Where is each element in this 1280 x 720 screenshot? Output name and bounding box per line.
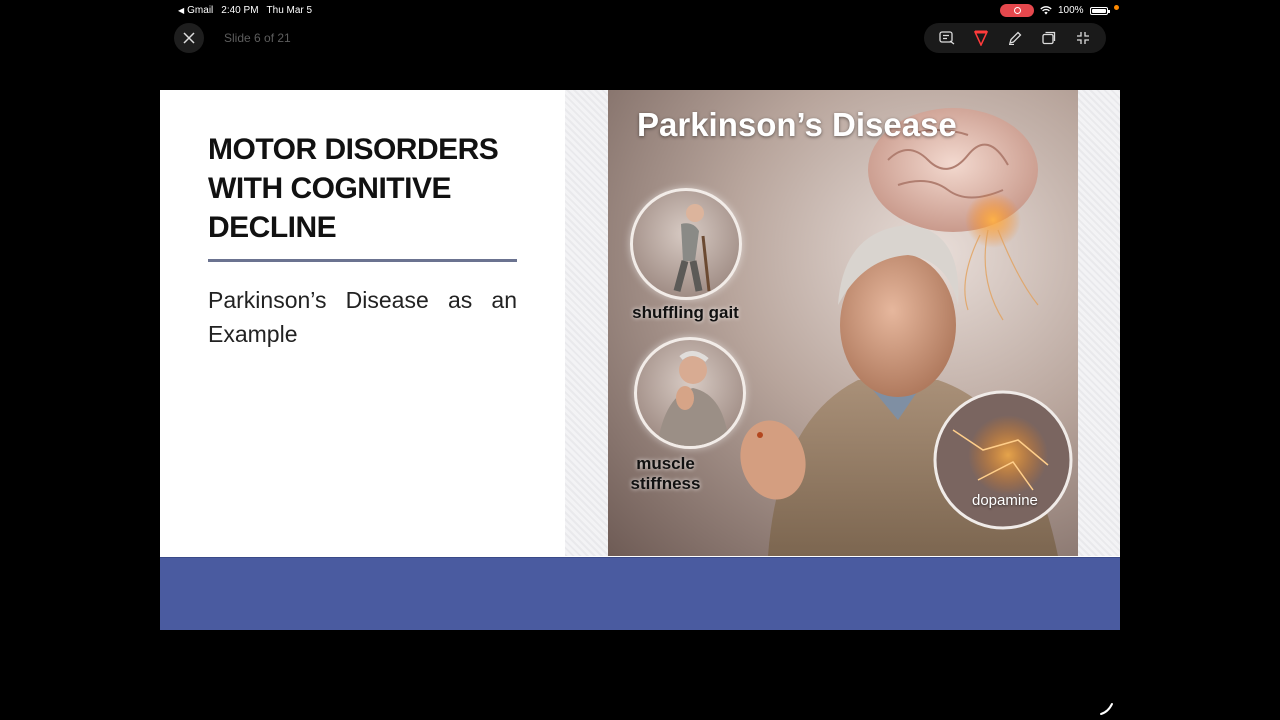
battery-percent: 100% <box>1058 5 1084 16</box>
status-left: ◀ Gmail 2:40 PM Thu Mar 5 <box>178 5 312 16</box>
mic-indicator-icon <box>1113 5 1119 10</box>
pen-button[interactable] <box>1003 26 1027 50</box>
battery-icon <box>1089 6 1110 15</box>
gait-label: shuffling gait <box>632 303 739 322</box>
exit-fullscreen-button[interactable] <box>1071 26 1095 50</box>
dopamine-label: dopamine <box>972 492 1038 509</box>
stiffness-circle-image <box>634 337 746 449</box>
duplicate-window-icon <box>1042 31 1056 45</box>
back-arrow-icon[interactable]: ◀ <box>178 6 184 15</box>
status-time: 2:40 PM <box>221 5 259 16</box>
laser-pointer-icon <box>974 30 988 46</box>
laser-pointer-button[interactable] <box>969 26 993 50</box>
slide-footer-bar <box>160 557 1120 630</box>
wifi-icon <box>1040 6 1052 15</box>
slide-counter: Slide 6 of 21 <box>224 31 291 45</box>
stiff-neck-man-icon <box>657 351 729 446</box>
status-date: Thu Mar 5 <box>266 5 313 16</box>
back-app-label[interactable]: Gmail <box>187 5 213 16</box>
slide-title: MOTOR DISORDERS WITH COGNITIVE DECLINE <box>208 133 499 244</box>
screen-recording-icon[interactable] <box>1000 4 1034 17</box>
close-button[interactable] <box>174 23 204 53</box>
stiffness-label: muscle stiffness <box>630 454 701 493</box>
exit-fullscreen-icon <box>1077 32 1089 44</box>
annotate-list-button[interactable] <box>935 26 959 50</box>
loading-spinner-icon <box>1100 703 1113 715</box>
slide[interactable]: MOTOR DISORDERS WITH COGNITIVE DECLINE P… <box>160 90 1120 630</box>
status-bar: ◀ Gmail 2:40 PM Thu Mar 5 100% <box>0 0 1280 22</box>
pen-icon <box>1009 31 1022 45</box>
status-right: 100% <box>1000 4 1119 17</box>
parkinsons-illustration: Parkinson’s Disease shuffling gait muscl… <box>608 90 1078 556</box>
slide-subtitle: Parkinson’s Disease as an Example <box>208 287 517 347</box>
close-icon <box>183 32 195 44</box>
walking-man-icon <box>673 204 711 292</box>
gait-circle-image <box>630 188 742 300</box>
presentation-toolbar <box>924 23 1106 53</box>
annotate-list-icon <box>939 31 955 45</box>
duplicate-window-button[interactable] <box>1037 26 1061 50</box>
illustration-title: Parkinson’s Disease <box>637 106 957 143</box>
title-divider <box>208 259 517 262</box>
